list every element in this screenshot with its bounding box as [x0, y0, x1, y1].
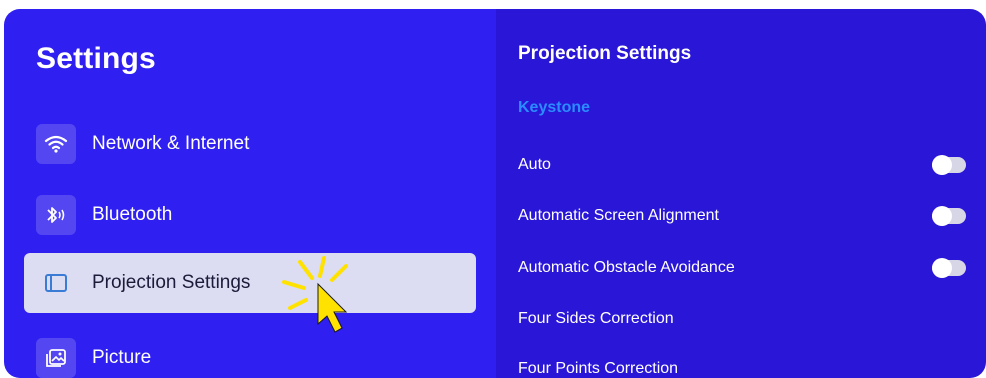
setting-label: Automatic Screen Alignment	[518, 207, 719, 224]
wifi-icon	[36, 124, 76, 164]
bluetooth-icon	[36, 195, 76, 235]
obstacle-avoidance-toggle[interactable]	[932, 258, 966, 278]
menu-item-label: Picture	[92, 347, 152, 368]
setting-row-auto[interactable]: Auto	[518, 150, 968, 180]
toggle-knob	[932, 258, 952, 278]
panel-title: Projection Settings	[518, 43, 692, 64]
menu-item-bluetooth[interactable]: Bluetooth	[24, 185, 476, 245]
setting-row-obstacle-avoidance[interactable]: Automatic Obstacle Avoidance	[518, 253, 968, 283]
projection-icon	[36, 263, 76, 303]
auto-toggle[interactable]	[932, 155, 966, 175]
setting-row-four-sides-correction[interactable]: Four Sides Correction	[518, 304, 968, 334]
settings-screen: Settings Network & Internet Bluetooth Pr…	[4, 9, 986, 378]
section-keystone: Keystone	[518, 99, 591, 116]
setting-label: Four Points Correction	[518, 360, 679, 377]
setting-label: Four Sides Correction	[518, 310, 674, 327]
menu-item-picture[interactable]: Picture	[24, 328, 476, 378]
projection-settings-panel: Projection Settings Keystone Auto Automa…	[496, 9, 986, 378]
setting-label: Auto	[518, 156, 551, 173]
menu-item-label: Bluetooth	[92, 204, 173, 225]
picture-icon	[36, 338, 76, 378]
menu-item-label: Projection Settings	[92, 272, 251, 293]
settings-menu-panel: Settings Network & Internet Bluetooth Pr…	[4, 9, 496, 378]
click-cursor-icon	[282, 256, 348, 333]
settings-title: Settings	[36, 42, 156, 75]
setting-row-four-points-correction[interactable]: Four Points Correction	[518, 354, 968, 378]
toggle-knob	[932, 155, 952, 175]
toggle-knob	[932, 206, 952, 226]
menu-item-network[interactable]: Network & Internet	[24, 114, 476, 174]
setting-row-screen-alignment[interactable]: Automatic Screen Alignment	[518, 201, 968, 231]
screen-alignment-toggle[interactable]	[932, 206, 966, 226]
menu-item-label: Network & Internet	[92, 133, 250, 154]
setting-label: Automatic Obstacle Avoidance	[518, 259, 735, 276]
menu-item-projection-settings[interactable]: Projection Settings	[24, 253, 476, 313]
